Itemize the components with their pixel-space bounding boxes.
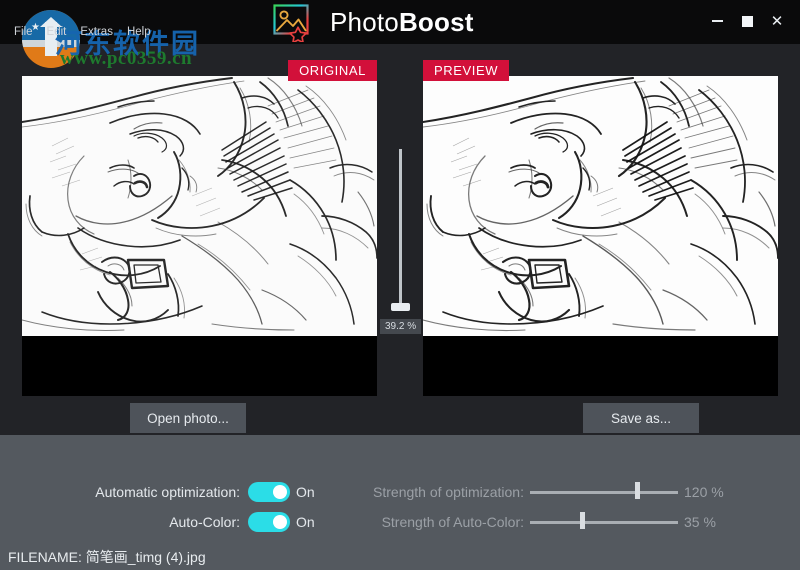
app-title: PhotoBoost (330, 7, 474, 38)
auto-color-state: On (296, 514, 315, 530)
menu-item-extras[interactable]: Extras (80, 26, 113, 39)
window-controls: ✕ (702, 8, 792, 34)
strength-of-optimization-value: 120 % (684, 484, 724, 500)
photo-stage: ORIGINAL Open photo... 39.2 % PREVIEW Sa… (0, 44, 800, 435)
slider-handle[interactable] (634, 482, 640, 499)
auto-color-label: Auto-Color: (169, 514, 240, 530)
slider-track[interactable] (530, 491, 678, 494)
auto-color-toggle[interactable] (248, 512, 290, 532)
strength-of-auto-color-value: 35 % (684, 514, 716, 530)
control-row-auto-color: Auto-Color: On Strength of Auto-Color: 3… (0, 508, 800, 536)
zoom-slider-track[interactable] (399, 149, 402, 309)
close-button[interactable]: ✕ (762, 8, 792, 34)
toggle-knob (273, 485, 287, 499)
strength-of-auto-color-label: Strength of Auto-Color: (381, 514, 524, 530)
automatic-optimization-toggle[interactable] (248, 482, 290, 502)
minimize-button[interactable] (702, 8, 732, 34)
strength-of-auto-color-slider[interactable] (530, 512, 678, 529)
strength-of-optimization-slider[interactable] (530, 482, 678, 499)
automatic-optimization-state: On (296, 484, 315, 500)
app-logo-icon (271, 2, 317, 44)
original-photo[interactable] (22, 76, 377, 396)
original-sketch-image (22, 76, 377, 336)
app-title-bold: Boost (398, 6, 474, 37)
save-as-button[interactable]: Save as... (583, 403, 699, 433)
menu-item-help[interactable]: Help (127, 26, 151, 39)
slider-handle[interactable] (579, 512, 585, 529)
controls-panel: Automatic optimization: On Strength of o… (0, 435, 800, 570)
preview-photo[interactable] (423, 76, 778, 396)
maximize-button[interactable] (732, 8, 762, 34)
automatic-optimization-label: Automatic optimization: (95, 484, 240, 500)
original-badge: ORIGINAL (288, 60, 377, 81)
menu-item-file[interactable]: File (14, 26, 33, 39)
zoom-slider-value: 39.2 % (380, 319, 422, 334)
toggle-knob (273, 515, 287, 529)
preview-sketch-image (423, 76, 778, 336)
photoboost-window: PhotoBoost ✕ File Edit Extras Help ★ 河东软… (0, 0, 800, 570)
menu-item-edit[interactable]: Edit (47, 26, 67, 39)
open-photo-button[interactable]: Open photo... (130, 403, 246, 433)
app-title-light: Photo (330, 6, 399, 37)
app-brand: PhotoBoost (271, 2, 474, 44)
strength-of-optimization-label: Strength of optimization: (373, 484, 524, 500)
original-letterbox (22, 336, 377, 396)
menu-bar: File Edit Extras Help (14, 26, 151, 39)
filename-bar: FILENAME: 简笔画_timg (4).jpg (0, 543, 800, 570)
control-row-automatic-optimization: Automatic optimization: On Strength of o… (0, 478, 800, 506)
zoom-slider-handle[interactable] (391, 303, 410, 311)
zoom-slider[interactable]: 39.2 % (380, 149, 422, 334)
preview-badge: PREVIEW (423, 60, 510, 81)
preview-letterbox (423, 336, 778, 396)
slider-track[interactable] (530, 521, 678, 524)
filename-text: FILENAME: 简笔画_timg (4).jpg (8, 548, 206, 565)
